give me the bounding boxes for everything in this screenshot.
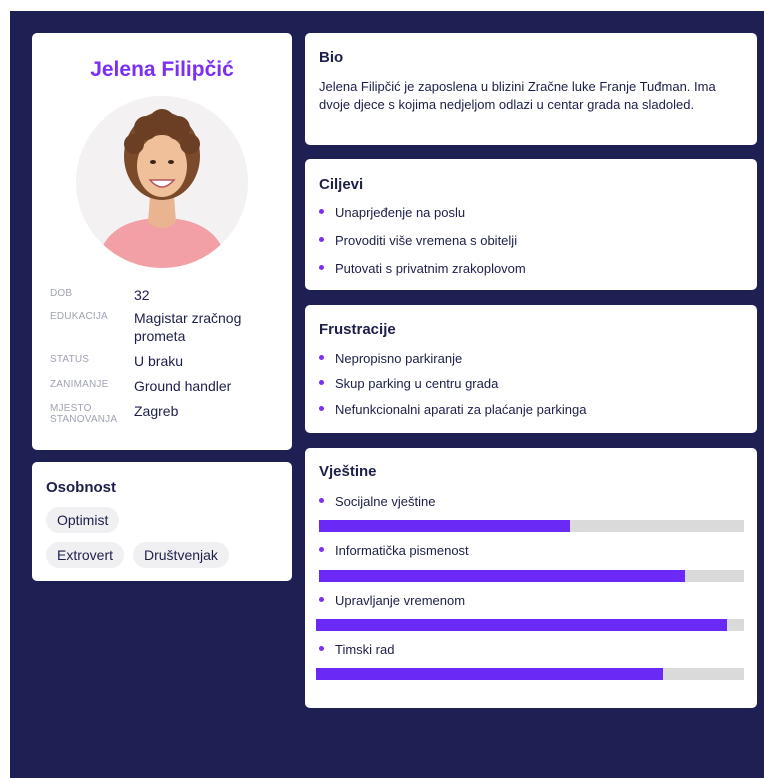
- list-item-label: Putovati s privatnim zrakoplovom: [335, 261, 526, 276]
- personality-card: Osobnost Optimist Extrovert Društvenjak: [32, 462, 292, 581]
- skill-bar-fill: [319, 570, 685, 582]
- bullet-icon: [319, 646, 324, 652]
- list-item-label: Provoditi više vremena s obitelji: [335, 233, 518, 248]
- bullet-icon: [319, 209, 324, 215]
- bullet-icon: [319, 265, 324, 271]
- info-label: STATUS: [50, 354, 90, 365]
- skill-name: Timski rad: [335, 642, 395, 657]
- info-label: DOB: [50, 288, 73, 299]
- skill-bar-fill: [316, 668, 663, 680]
- list-item: Nepropisno parkiranje: [319, 351, 462, 366]
- skills-title: Vještine: [319, 463, 377, 480]
- info-label: MJESTO STANOVANJA: [50, 403, 118, 425]
- info-value: Zagreb: [134, 403, 179, 419]
- profile-photo: [76, 96, 248, 268]
- profile-card: Jelena Filipčić DOB 32 EDUKACIJA Magista…: [32, 33, 292, 450]
- skill-bar-track: [316, 668, 744, 680]
- skill-bar-fill: [319, 520, 570, 532]
- list-item: Putovati s privatnim zrakoplovom: [319, 261, 526, 276]
- list-item: Provoditi više vremena s obitelji: [319, 233, 517, 248]
- info-value: U braku: [134, 353, 184, 369]
- bullet-icon: [319, 547, 324, 553]
- skill-name: Informatička pismenost: [335, 543, 469, 558]
- info-label: ZANIMANJE: [50, 379, 109, 390]
- list-item: Unaprjeđenje na poslu: [319, 205, 465, 220]
- bullet-icon: [319, 406, 324, 412]
- bio-text: Jelena Filipčić je zaposlena u blizini Z…: [319, 79, 716, 112]
- list-item: Nefunkcionalni aparati za plaćanje parki…: [319, 402, 587, 417]
- list-item-label: Nefunkcionalni aparati za plaćanje parki…: [335, 402, 587, 417]
- skill-bar-track: [316, 619, 744, 631]
- bio-card: Bio Jelena Filipčić je zaposlena u blizi…: [305, 33, 757, 145]
- skill-item: Informatička pismenost: [319, 543, 469, 558]
- frustrations-card: Frustracije Nepropisno parkiranje Skup p…: [305, 305, 757, 433]
- skill-name: Upravljanje vremenom: [335, 593, 466, 608]
- list-item-label: Unaprjeđenje na poslu: [335, 205, 466, 220]
- bio-title: Bio: [319, 49, 344, 66]
- skills-card: Vještine Socijalne vještine Informatička…: [305, 448, 757, 708]
- personality-tag: Extrovert: [46, 542, 125, 568]
- skill-name: Socijalne vještine: [335, 494, 436, 509]
- list-item-label: Nepropisno parkiranje: [335, 351, 463, 366]
- personality-tag: Optimist: [46, 507, 120, 533]
- skill-bar-track: [319, 520, 744, 532]
- bullet-icon: [319, 237, 324, 243]
- personality-tag: Društvenjak: [133, 542, 229, 568]
- skill-item: Timski rad: [319, 642, 394, 657]
- personality-title: Osobnost: [46, 479, 116, 496]
- bullet-icon: [319, 355, 324, 361]
- goals-title: Ciljevi: [319, 176, 364, 193]
- bullet-icon: [319, 597, 324, 603]
- bullet-icon: [319, 380, 324, 386]
- goals-card: Ciljevi Unaprjeđenje na poslu Provoditi …: [305, 159, 757, 290]
- info-value: Ground handler: [134, 378, 232, 394]
- skill-bar-fill: [316, 619, 727, 631]
- persona-name: Jelena Filipčić: [90, 58, 234, 81]
- list-item-label: Skup parking u centru grada: [335, 376, 499, 391]
- info-value: 32: [134, 287, 150, 303]
- list-item: Skup parking u centru grada: [319, 376, 498, 391]
- bullet-icon: [319, 498, 324, 504]
- skill-item: Socijalne vještine: [319, 494, 435, 509]
- skill-bar-track: [319, 570, 744, 582]
- skill-item: Upravljanje vremenom: [319, 593, 465, 608]
- info-value: Magistar zračnog prometa: [134, 310, 242, 344]
- info-label: EDUKACIJA: [50, 311, 108, 322]
- frustrations-title: Frustracije: [319, 321, 396, 338]
